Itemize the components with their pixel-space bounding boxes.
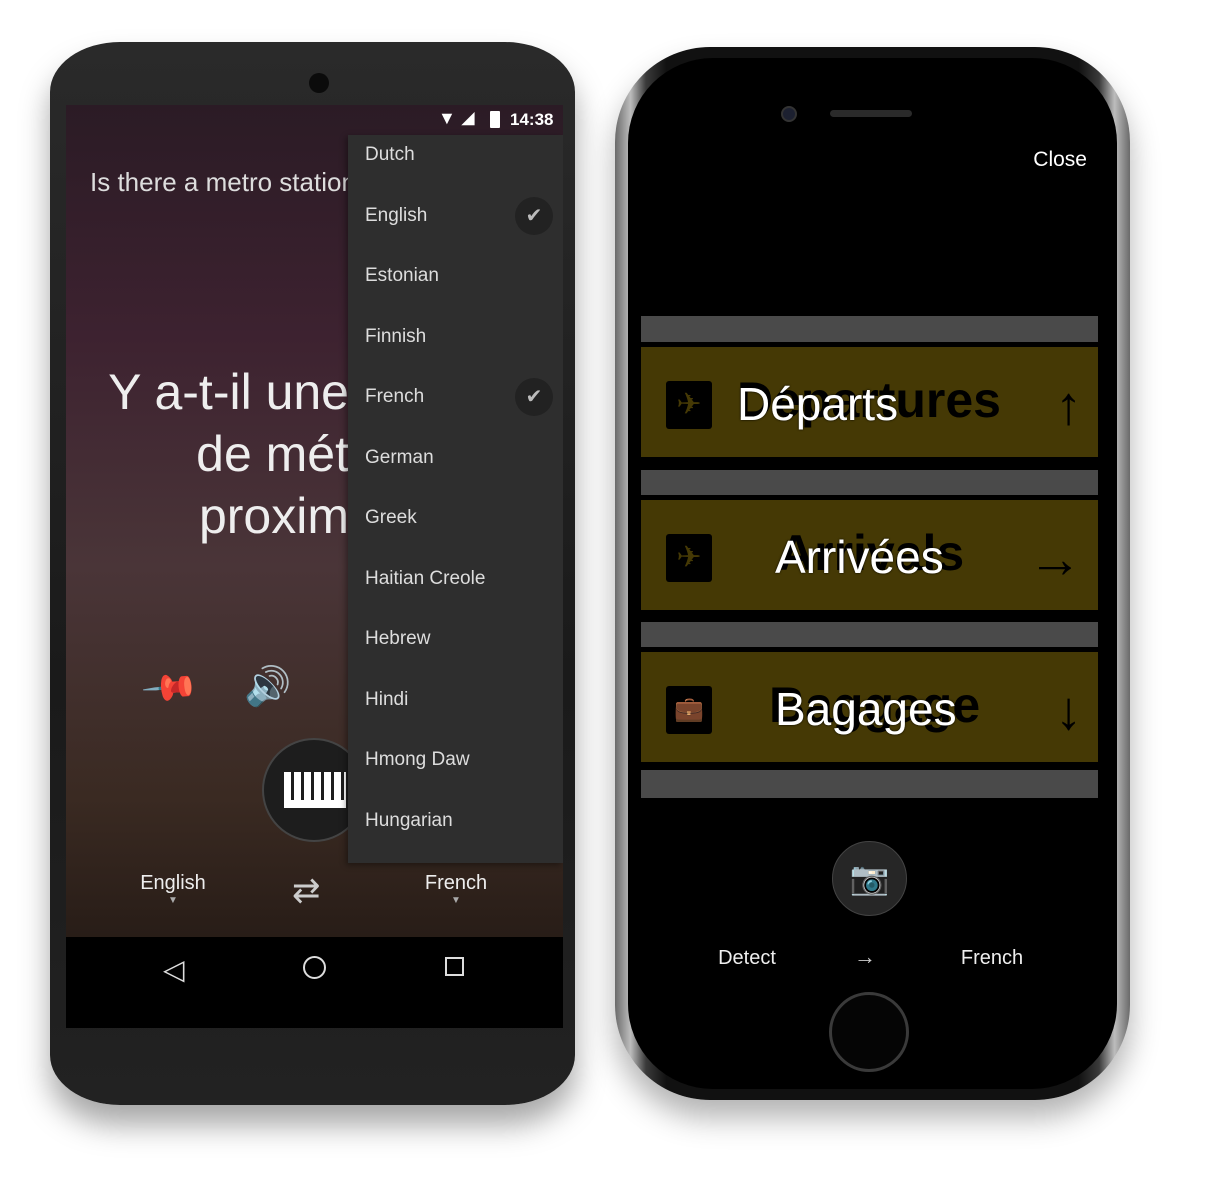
menu-item-label: Finnish <box>365 325 427 347</box>
arrow-down-icon: ↓ <box>1055 681 1082 741</box>
menu-item-german[interactable]: German <box>348 438 563 499</box>
arrow-right-icon: → <box>1028 529 1082 589</box>
signal-icon: ◢ <box>462 110 475 127</box>
check-icon: ✔ <box>515 378 553 416</box>
dropdown-icon: ▼ <box>168 895 178 906</box>
menu-item-greek[interactable]: Greek <box>348 498 563 559</box>
front-camera <box>781 106 797 122</box>
menu-item-label: French <box>365 386 425 407</box>
sign-baggage: 💼 Baggage Bagages ↓ <box>641 649 1098 765</box>
sign-frame <box>641 316 1098 342</box>
menu-item-haitian-creole[interactable]: Haitian Creole <box>348 559 563 620</box>
dropdown-icon: ▼ <box>451 895 461 906</box>
menu-item-english[interactable]: English ✔ <box>348 196 563 257</box>
recents-icon[interactable] <box>445 957 464 976</box>
android-screen: ▼ ◢ 14:38 Is there a metro station Y a-t… <box>66 105 563 1028</box>
translation-line: Y a-t-il une <box>108 364 349 420</box>
menu-item-hmong-daw[interactable]: Hmong Daw <box>348 740 563 801</box>
menu-item-label: Haitian Creole <box>365 567 486 589</box>
front-camera <box>309 73 329 93</box>
home-button[interactable] <box>829 992 909 1072</box>
sign-translation: Départs <box>737 378 899 430</box>
menu-item-label: Estonian <box>365 265 439 286</box>
camera-capture-button[interactable]: 📷 <box>832 841 907 916</box>
menu-item-finnish[interactable]: Finnish <box>348 317 563 378</box>
menu-item-label: Dutch <box>365 144 415 165</box>
from-language-selector[interactable]: Detect <box>697 947 797 970</box>
menu-item-label: German <box>365 446 434 468</box>
pin-icon[interactable]: 📌 <box>140 658 201 719</box>
from-language-selector[interactable]: English ▼ <box>113 872 233 906</box>
iphone-screen: Close ✈ Departures Départs ↑ ✈ Arrivals … <box>641 128 1098 978</box>
menu-item-label: English <box>365 204 428 226</box>
home-icon[interactable] <box>303 956 326 979</box>
earpiece <box>830 110 912 117</box>
translation-line: proxim <box>198 488 349 544</box>
menu-item-dutch[interactable]: Dutch <box>348 135 563 196</box>
menu-item-label: Hmong Daw <box>365 749 470 770</box>
airplane-icon: ✈ <box>666 534 712 582</box>
menu-item-label: Hebrew <box>365 628 431 649</box>
back-icon[interactable]: ◁ <box>163 953 185 986</box>
direction-arrow-icon: → <box>854 944 876 969</box>
suitcase-icon: 💼 <box>666 686 712 734</box>
sign-arrivals: ✈ Arrivals Arrivées → <box>641 497 1098 613</box>
sign-frame <box>641 770 1098 798</box>
navigation-bar: ◁ <box>66 937 563 1028</box>
swap-languages-icon[interactable]: ⇄ <box>292 871 321 911</box>
source-text[interactable]: Is there a metro station <box>90 167 356 198</box>
battery-icon <box>490 111 500 128</box>
menu-item-label: Hungarian <box>365 809 453 831</box>
sign-translation: Bagages <box>775 683 957 735</box>
menu-item-label: Hindi <box>365 688 409 710</box>
to-language-label: French <box>424 872 488 894</box>
arrow-up-icon: ↑ <box>1055 376 1082 436</box>
to-language-selector[interactable]: French <box>942 947 1042 970</box>
sign-departures: ✈ Departures Départs ↑ <box>641 344 1098 460</box>
menu-item-estonian[interactable]: Estonian <box>348 256 563 317</box>
sign-translation: Arrivées <box>775 531 944 583</box>
check-icon: ✔ <box>515 196 553 235</box>
menu-item-label: Greek <box>365 507 417 528</box>
keyboard-icon <box>284 772 346 808</box>
clock: 14:38 <box>510 110 554 129</box>
menu-item-hungarian[interactable]: Hungarian <box>348 801 563 862</box>
menu-item-hebrew[interactable]: Hebrew <box>348 619 563 680</box>
speaker-icon[interactable]: 🔊 <box>244 665 291 709</box>
translation-line: de mét <box>196 426 349 482</box>
wifi-icon: ▼ <box>438 108 456 128</box>
language-menu: Dutch English ✔ Estonian Finnish French ✔ … <box>348 135 563 863</box>
close-button[interactable]: Close <box>1033 148 1087 172</box>
airplane-icon: ✈ <box>666 381 712 429</box>
sign-frame <box>641 470 1098 495</box>
status-bar: ▼ ◢ 14:38 <box>66 105 563 135</box>
camera-icon: 📷 <box>849 860 890 896</box>
menu-item-hindi[interactable]: Hindi <box>348 680 563 741</box>
to-language-selector[interactable]: French ▼ <box>396 872 516 906</box>
menu-item-french[interactable]: French ✔ <box>348 377 563 438</box>
sign-frame <box>641 622 1098 647</box>
from-language-label: English <box>140 872 206 894</box>
